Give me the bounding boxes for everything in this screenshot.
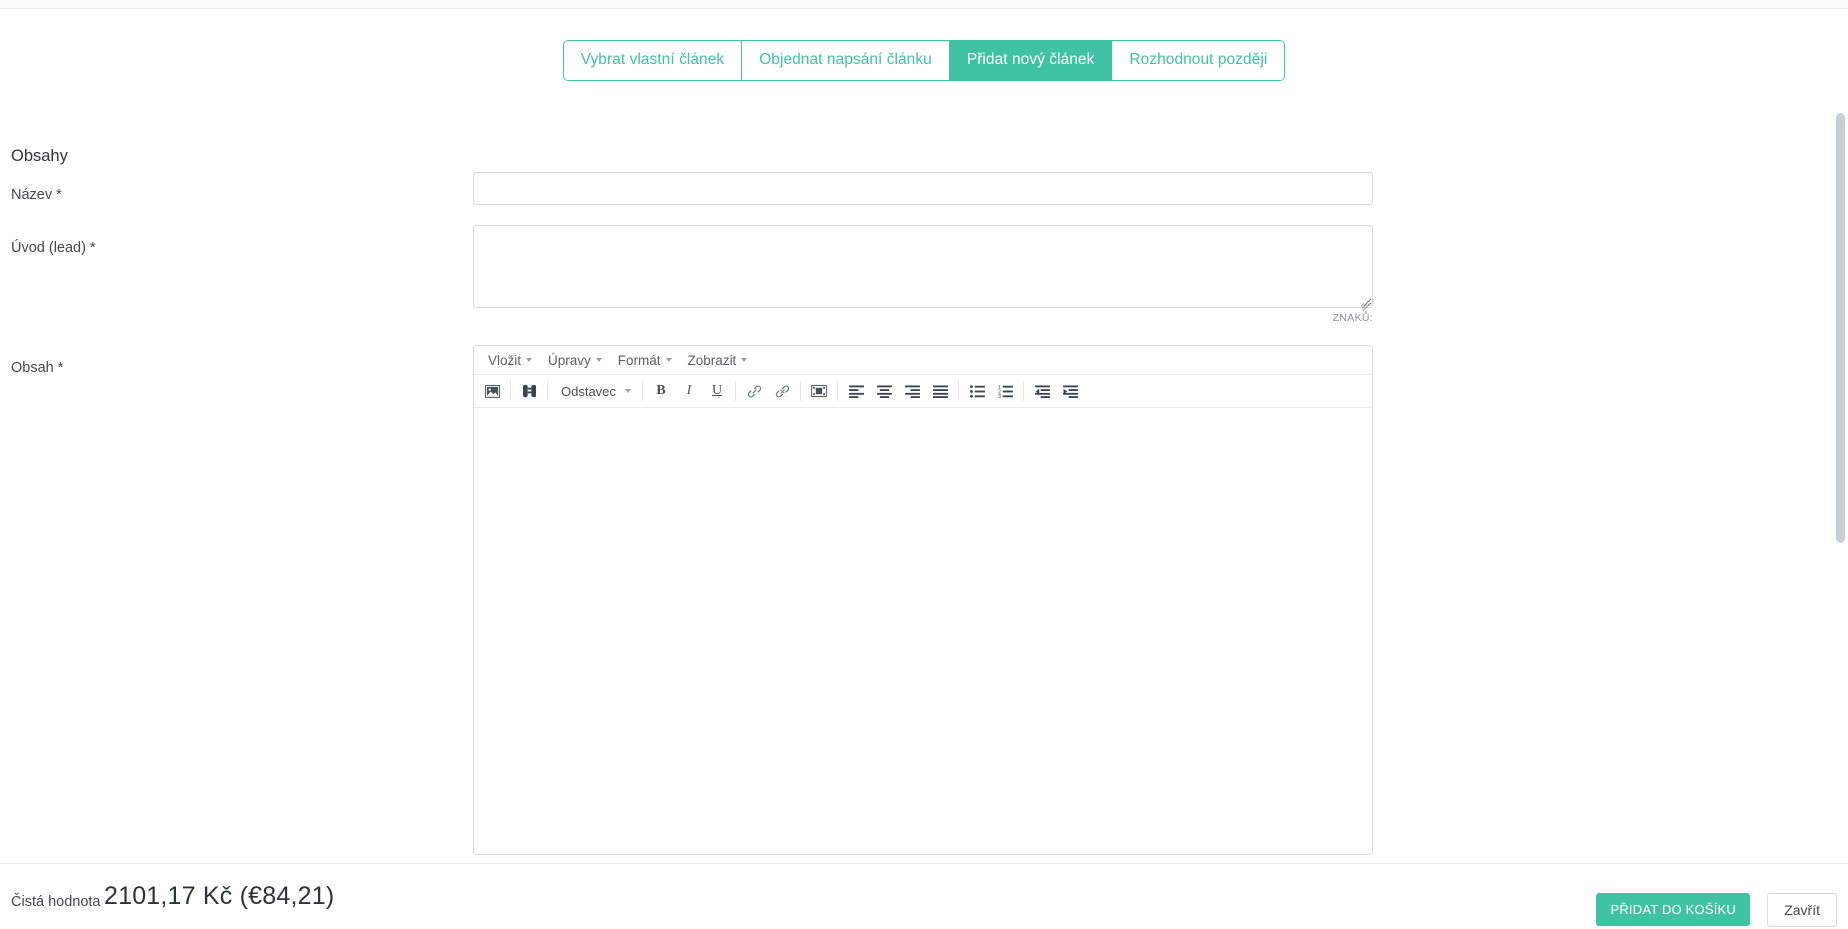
align-center-icon[interactable]	[871, 379, 897, 403]
modal-page: Vybrat vlastní článek Objednat napsání č…	[0, 0, 1848, 929]
outdent-icon[interactable]	[1029, 379, 1055, 403]
italic-icon[interactable]: I	[676, 379, 702, 403]
tab-rozhodnout-pozdeji[interactable]: Rozhodnout později	[1112, 41, 1285, 80]
underline-icon[interactable]: U	[704, 379, 730, 403]
tab-bar: Vybrat vlastní článek Objednat napsání č…	[0, 41, 1848, 80]
toolbar-separator	[642, 381, 643, 401]
editor-menu-vlozit[interactable]: Vložit	[480, 349, 540, 372]
indent-icon[interactable]	[1057, 379, 1083, 403]
media-icon[interactable]	[806, 379, 832, 403]
toolbar-separator	[1023, 381, 1024, 401]
insert-image-icon[interactable]	[479, 379, 505, 403]
find-replace-icon[interactable]	[516, 379, 542, 403]
title-label: Název *	[11, 187, 62, 203]
net-value-amount: 2101,17 Kč (€84,21)	[104, 882, 335, 910]
lead-label: Úvod (lead) *	[11, 240, 96, 256]
paragraph-format-select[interactable]: Odstavec	[554, 379, 636, 403]
tab-pridat-novy-clanek[interactable]: Přidat nový článek	[949, 41, 1113, 80]
editor-menu-upravy[interactable]: Úpravy	[540, 349, 610, 372]
bullet-list-icon[interactable]	[964, 379, 990, 403]
svg-text:3: 3	[998, 394, 1001, 398]
align-justify-icon[interactable]	[927, 379, 953, 403]
tab-vybrat-vlastni-clanek[interactable]: Vybrat vlastní článek	[563, 41, 743, 80]
content-form: Obsahy Název * Úvod (lead) * ZNAKŮ: Obsa…	[0, 107, 1848, 863]
content-label: Obsah *	[11, 360, 64, 376]
toolbar-separator	[958, 381, 959, 401]
editor-menu-vlozit-label: Vložit	[488, 352, 522, 368]
editor-menu-format-label: Formát	[617, 352, 661, 368]
link-icon[interactable]	[741, 379, 767, 403]
toolbar-separator	[547, 381, 548, 401]
rich-text-editor: Vložit Úpravy Formát Zobrazit Odstavec B…	[473, 345, 1373, 855]
top-strip	[0, 0, 1848, 9]
chevron-down-icon	[741, 358, 748, 362]
align-right-icon[interactable]	[899, 379, 925, 403]
editor-menu-zobrazit[interactable]: Zobrazit	[680, 349, 756, 372]
align-left-icon[interactable]	[843, 379, 869, 403]
page-scrollbar-track[interactable]	[1833, 9, 1848, 863]
footer-bar: Čistá hodnota 2101,17 Kč (€84,21) PŘIDAT…	[0, 863, 1848, 929]
chevron-down-icon	[625, 389, 631, 393]
numbered-list-icon[interactable]: 1 2 3	[992, 379, 1018, 403]
page-scrollbar-thumb[interactable]	[1836, 113, 1845, 543]
toolbar-separator	[837, 381, 838, 401]
paragraph-format-value: Odstavec	[561, 383, 616, 399]
title-input[interactable]	[473, 172, 1373, 205]
editor-menu-upravy-label: Úpravy	[548, 352, 591, 368]
editor-toolbar: Odstavec B I U 1 2 3	[474, 375, 1372, 408]
editor-menu-format[interactable]: Formát	[610, 349, 680, 372]
chevron-down-icon	[526, 358, 533, 362]
add-to-cart-button[interactable]: PŘIDAT DO KOŠÍKU	[1596, 893, 1750, 926]
lead-textarea[interactable]	[473, 225, 1373, 308]
page-title: Obsahy	[11, 147, 68, 165]
chevron-down-icon	[595, 358, 602, 362]
toolbar-separator	[735, 381, 736, 401]
unlink-icon[interactable]	[769, 379, 795, 403]
char-count-label: ZNAKŮ:	[1332, 312, 1373, 324]
editor-content-area[interactable]	[474, 408, 1372, 854]
chevron-down-icon	[665, 358, 672, 362]
tab-objednat-napsani-clanku[interactable]: Objednat napsání článku	[742, 41, 950, 80]
close-button[interactable]: Zavřít	[1767, 893, 1837, 927]
editor-menu-zobrazit-label: Zobrazit	[687, 352, 737, 368]
editor-menubar: Vložit Úpravy Formát Zobrazit	[474, 346, 1372, 375]
tab-group: Vybrat vlastní článek Objednat napsání č…	[563, 41, 1285, 80]
bold-icon[interactable]: B	[648, 379, 674, 403]
toolbar-separator	[510, 381, 511, 401]
toolbar-separator	[800, 381, 801, 401]
net-value-label: Čistá hodnota	[11, 894, 101, 910]
